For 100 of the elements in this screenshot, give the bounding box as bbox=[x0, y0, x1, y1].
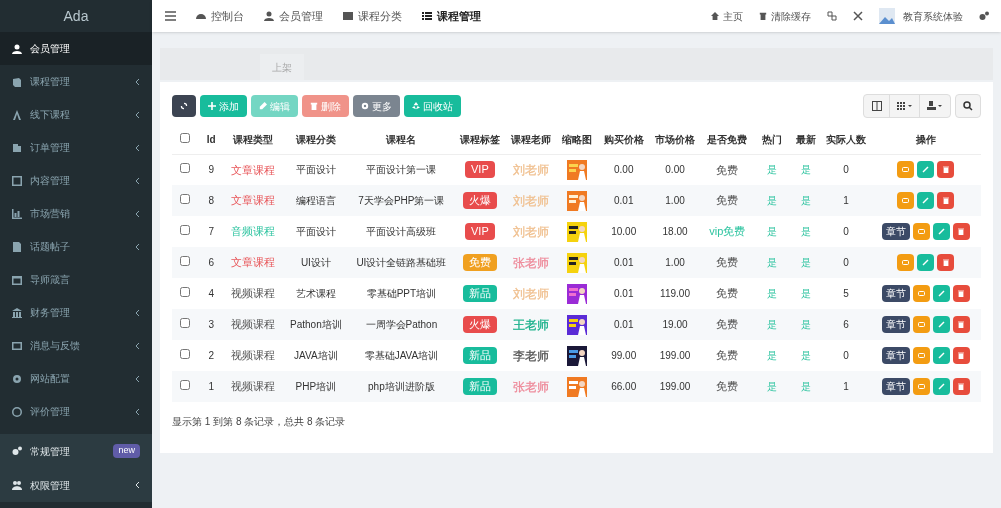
edit-button[interactable] bbox=[932, 223, 950, 240]
sidebar-item[interactable]: 网站配置 bbox=[0, 362, 152, 395]
row-checkbox[interactable] bbox=[180, 380, 191, 390]
comment-button[interactable] bbox=[912, 347, 930, 364]
tag-label: VIP bbox=[465, 223, 495, 240]
table-cell: 零基础JAVA培训 bbox=[349, 340, 454, 371]
sidebar-item[interactable]: 课程管理 bbox=[0, 65, 152, 98]
row-checkbox[interactable] bbox=[180, 287, 191, 297]
nav-link[interactable]: 清除缓存 bbox=[759, 8, 811, 24]
pencil-icon bbox=[259, 102, 267, 110]
table-cell: 119.00 bbox=[648, 278, 702, 309]
sidebar-item[interactable]: 评价管理 bbox=[0, 395, 152, 428]
comment-icon bbox=[917, 228, 925, 235]
table-cell: 平面设计第一课 bbox=[349, 154, 454, 185]
table-cell: UI设计全链路基础班 bbox=[349, 247, 454, 278]
row-checkbox[interactable] bbox=[180, 318, 191, 328]
file-icon bbox=[12, 241, 22, 252]
comment-button[interactable] bbox=[912, 285, 930, 302]
comment-button[interactable] bbox=[912, 378, 930, 395]
sidebar-item[interactable]: 常规管理 new bbox=[0, 434, 152, 468]
chapter-button[interactable]: 章节 bbox=[881, 223, 910, 240]
delete-button[interactable] bbox=[937, 254, 955, 271]
nav-tab[interactable]: 课程分类 bbox=[335, 0, 410, 32]
delete-button[interactable] bbox=[937, 192, 955, 209]
logo-text: Ada bbox=[63, 6, 89, 26]
sidebar-item[interactable]: 导师箴言 bbox=[0, 263, 152, 296]
nav-tab[interactable]: 控制台 bbox=[188, 0, 252, 32]
fullscreen-icon[interactable] bbox=[853, 11, 863, 21]
comment-button[interactable] bbox=[912, 316, 930, 333]
column-header: 操作 bbox=[870, 126, 981, 154]
trash-icon bbox=[958, 352, 965, 359]
comment-button[interactable] bbox=[912, 223, 930, 240]
export-icon bbox=[927, 101, 943, 111]
delete-button[interactable] bbox=[952, 378, 970, 395]
delete-button[interactable] bbox=[952, 285, 970, 302]
pencil-icon bbox=[922, 166, 930, 174]
sidebar-item[interactable]: 会员管理 bbox=[0, 32, 152, 65]
select-all-checkbox[interactable] bbox=[180, 133, 191, 144]
users-icon bbox=[12, 480, 22, 490]
comment-button[interactable] bbox=[897, 192, 915, 209]
nav-link[interactable]: 主页 bbox=[711, 8, 743, 24]
row-checkbox[interactable] bbox=[180, 225, 191, 235]
sidebar-item[interactable]: 内容管理 bbox=[0, 164, 152, 197]
table-cell: 0.01 bbox=[598, 247, 649, 278]
comment-button[interactable] bbox=[897, 161, 915, 179]
table-cell: 8 bbox=[198, 185, 225, 216]
column-header: 实际人数 bbox=[821, 126, 871, 154]
column-header: 课程标签 bbox=[453, 126, 507, 154]
row-checkbox[interactable] bbox=[180, 349, 191, 359]
edit-button[interactable] bbox=[932, 347, 950, 364]
column-header: 是否免费 bbox=[701, 126, 754, 154]
edit-button[interactable] bbox=[917, 192, 935, 209]
translate-icon[interactable] bbox=[827, 11, 837, 21]
table-cell: 1 bbox=[821, 185, 871, 216]
sidebar-item[interactable]: 消息与反馈 bbox=[0, 329, 152, 362]
table-cell: 免费 bbox=[716, 287, 739, 300]
dashboard-icon bbox=[196, 11, 206, 21]
toolbar-button[interactable]: 更多 bbox=[353, 95, 400, 117]
documents-icon bbox=[12, 142, 22, 153]
comment-icon bbox=[917, 290, 925, 297]
column-header: 缩略图 bbox=[556, 126, 599, 154]
book-icon bbox=[12, 76, 22, 87]
sidebar-item[interactable]: 财务管理 bbox=[0, 296, 152, 329]
column-header: 课程分类 bbox=[282, 126, 350, 154]
table-cell: 视频课程 bbox=[231, 349, 276, 362]
delete-button[interactable] bbox=[937, 161, 955, 179]
user-menu[interactable]: 教育系统体验 bbox=[879, 8, 963, 24]
row-checkbox[interactable] bbox=[180, 163, 191, 174]
sidebar-item[interactable]: 话题帖子 bbox=[0, 230, 152, 263]
nav-tab[interactable]: 课程管理 bbox=[414, 0, 489, 32]
sidebar-item[interactable]: 线下课程 bbox=[0, 98, 152, 131]
chapter-button[interactable]: 章节 bbox=[881, 285, 910, 302]
tag-label: VIP bbox=[465, 161, 495, 179]
comment-button[interactable] bbox=[897, 254, 915, 271]
edit-button[interactable] bbox=[917, 161, 935, 179]
row-checkbox[interactable] bbox=[180, 194, 191, 204]
delete-button[interactable] bbox=[952, 223, 970, 240]
edit-button[interactable] bbox=[917, 254, 935, 271]
edit-button[interactable] bbox=[932, 316, 950, 333]
delete-button[interactable] bbox=[952, 347, 970, 364]
row-checkbox[interactable] bbox=[180, 256, 191, 266]
table-cell: 是 bbox=[789, 309, 822, 340]
delete-button[interactable] bbox=[952, 316, 970, 333]
chapter-button[interactable]: 章节 bbox=[881, 378, 910, 395]
table-cell: 是 bbox=[753, 309, 790, 340]
sidebar-item[interactable]: 市场营销 bbox=[0, 197, 152, 230]
refresh-button[interactable] bbox=[172, 95, 196, 117]
sidebar-item[interactable]: 权限管理 bbox=[0, 468, 152, 502]
table-cell: 19.00 bbox=[648, 309, 702, 340]
chapter-button[interactable]: 章节 bbox=[881, 316, 910, 333]
sidebar-item[interactable]: 订单管理 bbox=[0, 131, 152, 164]
table-cell: 是 bbox=[789, 185, 822, 216]
edit-button[interactable] bbox=[932, 378, 950, 395]
search-button[interactable] bbox=[955, 94, 981, 118]
pagination-info: 显示第 1 到第 8 条记录，总共 8 条记录 bbox=[172, 415, 347, 429]
table-cell: vip免费 bbox=[709, 225, 746, 238]
table-cell: 0 bbox=[821, 154, 871, 185]
edit-button[interactable] bbox=[932, 285, 950, 302]
chapter-button[interactable]: 章节 bbox=[881, 347, 910, 364]
nav-tab[interactable]: 会员管理 bbox=[256, 0, 331, 32]
